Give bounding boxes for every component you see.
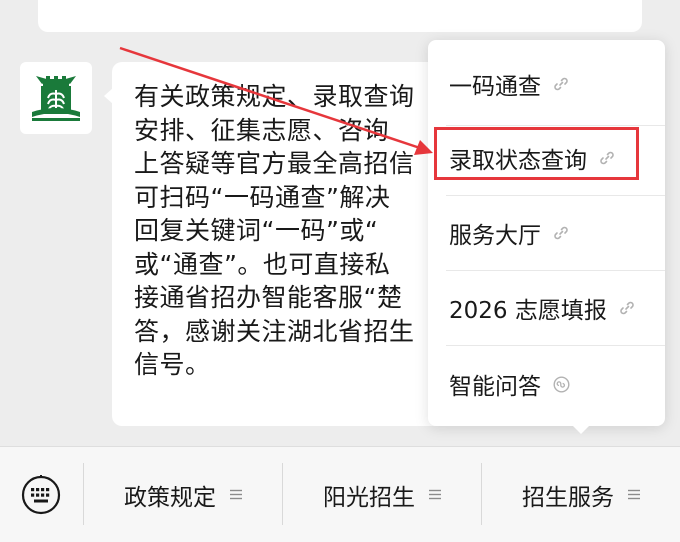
menu-button-label: 招生服务 [522,484,614,511]
bottom-menu-bar: 政策规定 阳光招生 招生服务 [0,446,680,542]
menu-button-label: 政策规定 [124,484,216,511]
menu-button-label: 阳光招生 [323,484,415,511]
keyboard-icon [21,475,61,515]
menu-button-policy[interactable]: 政策规定 [84,447,282,542]
hamburger-icon [429,489,441,500]
keyboard-toggle-button[interactable] [19,473,63,517]
hamburger-icon [230,489,242,500]
hamburger-icon [628,489,640,500]
menu-button-admission-services[interactable]: 招生服务 [482,447,680,542]
menu-button-sunshine-admission[interactable]: 阳光招生 [283,447,481,542]
